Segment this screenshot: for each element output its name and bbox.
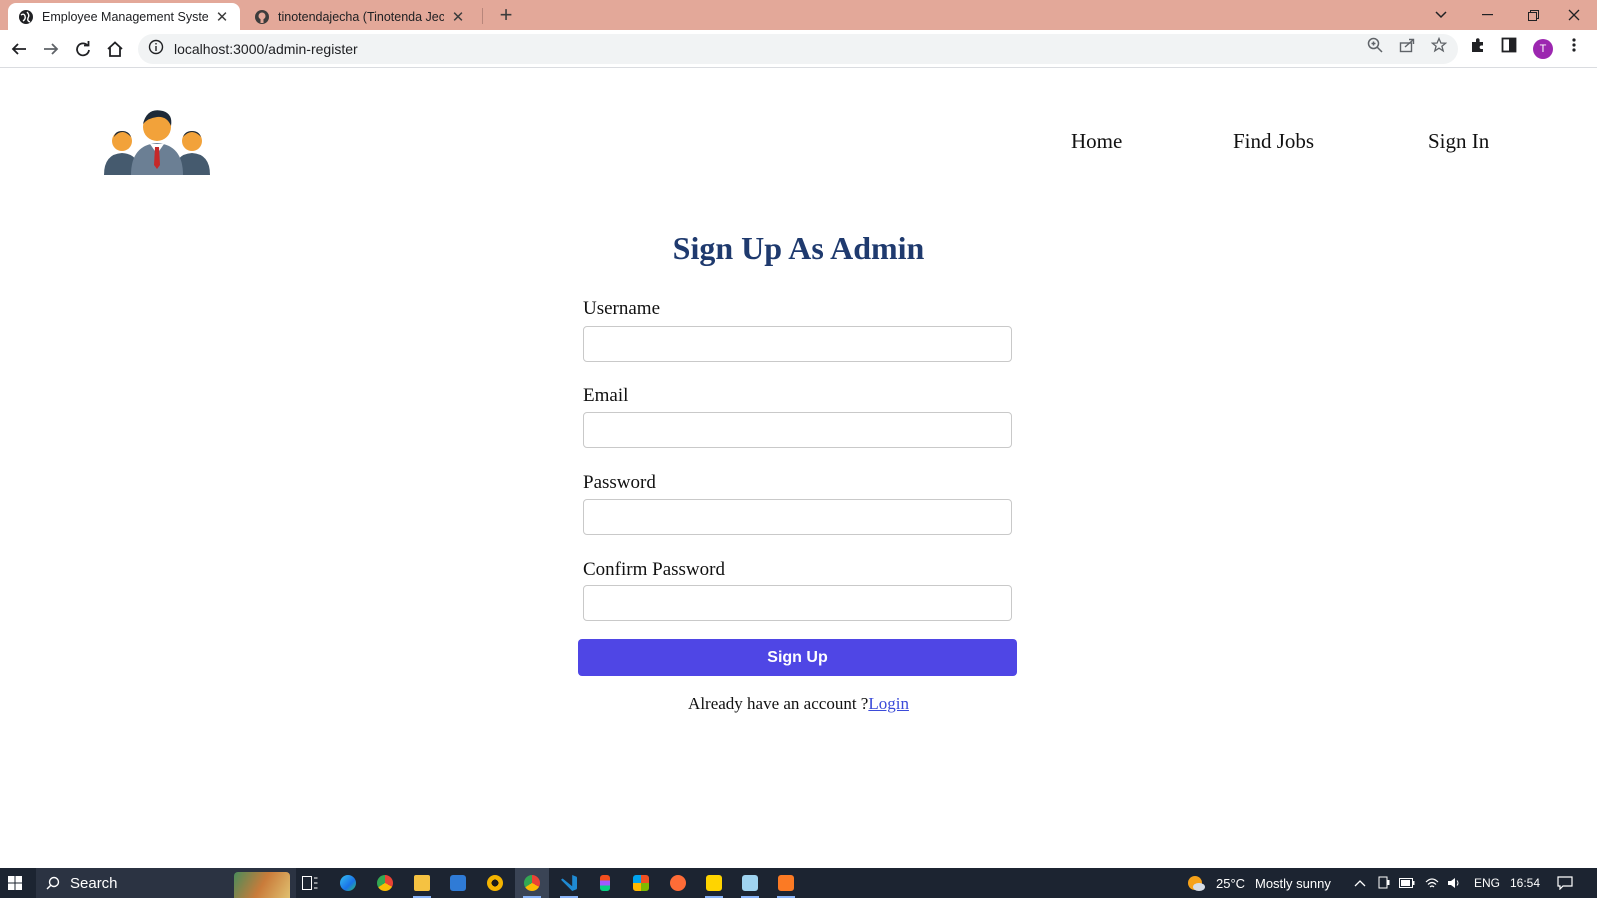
password-label: Password [583, 472, 656, 493]
chrome-icon[interactable] [368, 868, 402, 898]
username-label: Username [583, 298, 661, 319]
tab-title: tinotendajecha (Tinotenda Jecha) [278, 9, 444, 24]
taskbar-search-box[interactable]: Search [36, 868, 296, 898]
company-logo[interactable] [103, 105, 211, 175]
battery-icon[interactable] [1398, 868, 1416, 898]
browser-menu-icon[interactable] [1565, 36, 1583, 54]
zoom-icon[interactable] [1366, 36, 1384, 54]
wifi-icon[interactable] [1424, 868, 1440, 898]
edge-browser-icon[interactable] [331, 868, 365, 898]
restore-button[interactable] [1510, 0, 1556, 30]
site-info-icon[interactable] [148, 39, 164, 60]
nav-sign-in[interactable]: Sign In [1428, 129, 1489, 154]
sticky-notes-icon[interactable] [697, 868, 731, 898]
nav-home[interactable]: Home [1071, 129, 1122, 154]
password-input[interactable] [583, 499, 1012, 535]
windows-taskbar: Search 25°C Mostly sunny ENG 16:54 [0, 868, 1597, 898]
globe-icon [18, 9, 34, 25]
weather-sun-icon[interactable] [1186, 868, 1206, 898]
forward-arrow-icon[interactable] [37, 35, 65, 63]
nav-find-jobs[interactable]: Find Jobs [1233, 129, 1314, 154]
task-view-icon[interactable] [293, 868, 327, 898]
compass-app-icon[interactable] [478, 868, 512, 898]
sign-up-button[interactable]: Sign Up [578, 639, 1017, 676]
volume-icon[interactable] [1446, 868, 1462, 898]
notepad-icon[interactable] [733, 868, 767, 898]
meet-now-icon[interactable] [1376, 868, 1392, 898]
vscode-icon[interactable] [552, 868, 586, 898]
login-link[interactable]: Login [868, 694, 909, 713]
confirm-password-input[interactable] [583, 585, 1012, 621]
clock-time[interactable]: 16:54 [1510, 868, 1540, 898]
postman-icon[interactable] [661, 868, 695, 898]
xampp-icon[interactable] [769, 868, 803, 898]
search-icon [46, 876, 60, 890]
mail-icon[interactable] [441, 868, 475, 898]
windows-start-icon[interactable] [0, 868, 30, 898]
page-title: Sign Up As Admin [672, 230, 925, 266]
confirm-password-label: Confirm Password [583, 559, 725, 580]
notification-center-icon[interactable] [1555, 868, 1575, 898]
tab-employee-management[interactable]: Employee Management System ✕ [8, 3, 240, 30]
figma-icon[interactable] [588, 868, 622, 898]
side-panel-icon[interactable] [1500, 36, 1518, 54]
reload-icon[interactable] [69, 35, 97, 63]
home-icon[interactable] [101, 35, 129, 63]
account-prompt-text: Already have an account ? [688, 694, 869, 713]
url-text: localhost:3000/admin-register [174, 41, 358, 57]
bookmark-star-icon[interactable] [1430, 36, 1448, 54]
tab-divider [482, 8, 483, 24]
close-window-button[interactable] [1551, 0, 1597, 30]
share-icon[interactable] [1398, 36, 1416, 54]
file-explorer-icon[interactable] [405, 868, 439, 898]
github-icon [254, 9, 270, 25]
minimize-button[interactable] [1464, 0, 1510, 30]
chevron-up-icon[interactable] [1352, 868, 1368, 898]
search-label: Search [70, 874, 118, 892]
email-label: Email [583, 385, 629, 406]
browser-toolbar: localhost:3000/admin-register T [0, 30, 1597, 68]
search-highlight-image [234, 872, 290, 898]
back-arrow-icon[interactable] [5, 35, 33, 63]
tab-search-chevron-icon[interactable] [1418, 0, 1464, 30]
store-icon[interactable] [624, 868, 658, 898]
language-indicator[interactable]: ENG [1474, 868, 1500, 898]
email-input[interactable] [583, 412, 1012, 448]
weather-description[interactable]: Mostly sunny [1255, 868, 1331, 898]
close-tab-icon[interactable]: ✕ [214, 9, 230, 26]
extensions-puzzle-icon[interactable] [1469, 36, 1487, 54]
address-bar[interactable]: localhost:3000/admin-register [138, 34, 1458, 64]
new-tab-button[interactable]: + [494, 2, 518, 27]
weather-temperature[interactable]: 25°C [1216, 868, 1245, 898]
profile-avatar[interactable]: T [1533, 39, 1553, 59]
browser-tab-strip: Employee Management System ✕ tinotendaje… [0, 0, 1597, 30]
tab-github-profile[interactable]: tinotendajecha (Tinotenda Jecha) ✕ [244, 3, 476, 30]
login-prompt: Already have an account ?Login [0, 694, 1597, 714]
username-input[interactable] [583, 326, 1012, 362]
chrome-active-icon[interactable] [515, 868, 549, 898]
close-tab-icon[interactable]: ✕ [450, 9, 466, 26]
tab-title: Employee Management System [42, 9, 208, 24]
